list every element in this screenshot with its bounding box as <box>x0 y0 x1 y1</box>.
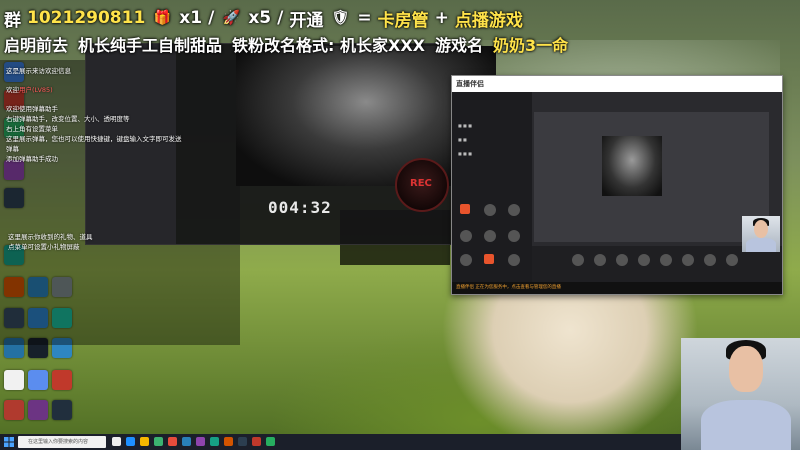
desktop-icon[interactable] <box>52 370 72 390</box>
banner-item: 游戏名 <box>435 36 484 55</box>
plus: + <box>434 8 449 28</box>
live-status-bar: 直播伴侣 正在为您服务中，点击查看与管理您的直播 <box>452 282 782 294</box>
gift-icon: 🎁 <box>153 10 172 26</box>
search-placeholder: 在这里输入你要搜索的内容 <box>28 439 89 445</box>
gift-count: x1 <box>179 8 203 28</box>
stream-banner: 群 1021290811 🎁 x1 / 🚀 x5 / 开通 🛡 = 卡房管 + … <box>0 0 800 60</box>
taskbar-app-icon[interactable] <box>112 437 121 446</box>
taskbar-app-icon[interactable] <box>196 437 205 446</box>
tool-icon[interactable] <box>508 204 520 216</box>
taskbar-app-icon[interactable] <box>182 437 191 446</box>
taskbar-app-icon[interactable] <box>224 437 233 446</box>
tool-icon[interactable] <box>484 254 494 264</box>
separator: / <box>277 8 284 28</box>
control-icon[interactable] <box>594 254 606 266</box>
live-sidebar: ■ ■ ■ ■ ■ ■ ■ ■ <box>452 92 532 294</box>
desktop-icon[interactable] <box>28 400 48 420</box>
taskbar: 在这里输入你要搜索的内容 <box>0 434 681 450</box>
sidebar-item[interactable]: ■ ■ ■ <box>458 150 528 158</box>
screen: REC 004:32 这是展示来访欢迎信息 欢迎用户(LV85) 欢迎使用弹幕助… <box>0 0 800 450</box>
banner-item: 机长纯手工自制甜品 <box>78 36 223 55</box>
face <box>754 220 768 238</box>
control-icon[interactable] <box>682 254 694 266</box>
equals: = <box>357 8 372 28</box>
banner-item: 奶奶3一命 <box>493 36 569 55</box>
live-header: 直播伴侣 <box>452 76 782 93</box>
banner-line-1: 群 1021290811 🎁 x1 / 🚀 x5 / 开通 🛡 = 卡房管 + … <box>4 6 523 31</box>
rocket-icon: 🚀 <box>222 10 241 26</box>
notice-highlight: 用户(LV85) <box>19 86 53 94</box>
notice-line: 右键弹幕助手，改变位置、大小、透明度等 <box>6 115 130 123</box>
live-logo: 直播伴侣 <box>456 80 484 88</box>
join-label: 开通 <box>289 10 324 31</box>
tool-icon[interactable] <box>484 230 496 242</box>
desktop-icon[interactable] <box>28 370 48 390</box>
tool-icon[interactable] <box>484 204 496 216</box>
reward-label: 卡房管 <box>377 10 429 31</box>
gift-count: x5 <box>248 8 272 28</box>
tool-icon[interactable] <box>508 230 520 242</box>
control-icon[interactable] <box>726 254 738 266</box>
desktop-icon[interactable] <box>4 370 24 390</box>
sidebar-item[interactable]: ■ ■ <box>458 136 528 144</box>
small-webcam-preview <box>742 216 780 252</box>
taskbar-search-input[interactable]: 在这里输入你要搜索的内容 <box>18 436 106 448</box>
body <box>701 400 791 450</box>
body <box>746 238 776 252</box>
taskbar-app-icon[interactable] <box>238 437 247 446</box>
desktop-icon[interactable] <box>52 400 72 420</box>
tool-icon[interactable] <box>460 204 470 214</box>
control-icon[interactable] <box>660 254 672 266</box>
notice-line: 欢迎用户(LV85) <box>6 86 53 94</box>
banner-group-number: 1021290811 <box>27 8 146 28</box>
taskbar-app-icon[interactable] <box>126 437 135 446</box>
taskbar-app-icon[interactable] <box>210 437 219 446</box>
tool-icon[interactable] <box>460 230 472 242</box>
control-icon[interactable] <box>616 254 628 266</box>
notice-line: 右上角有设置菜单 <box>6 125 58 133</box>
notice-line: 添加弹幕助手成功 <box>6 155 58 163</box>
taskbar-app-icon[interactable] <box>252 437 261 446</box>
taskbar-app-icon[interactable] <box>168 437 177 446</box>
taskbar-app-icon[interactable] <box>154 437 163 446</box>
banner-line-2: 启明前去 机长纯手工自制甜品 铁粉改名格式: 机长家XXX 游戏名 奶奶3一命 <box>4 32 568 56</box>
taskbar-app-icon[interactable] <box>266 437 275 446</box>
taskbar-app-icon[interactable] <box>140 437 149 446</box>
banner-item: 启明前去 <box>4 36 69 55</box>
sidebar-item[interactable]: ■ ■ ■ <box>458 122 528 130</box>
notice-line: 这是展示来访欢迎信息 <box>6 67 71 75</box>
banner-item: 铁粉改名格式: 机长家XXX <box>232 36 426 55</box>
live-preview-image <box>602 136 662 196</box>
live-companion-window[interactable]: 直播伴侣 ■ ■ ■ ■ ■ ■ ■ ■ 直播伴侣 正在为您服务中，点击查看与管… <box>451 75 783 295</box>
tool-icon[interactable] <box>460 254 472 266</box>
webcam-feed <box>681 338 800 450</box>
separator: / <box>208 8 215 28</box>
banner-group-prefix: 群 <box>4 10 21 31</box>
tool-icon[interactable] <box>508 254 520 266</box>
notice-line: 点菜单可设置小礼物屏蔽 <box>8 243 80 251</box>
danmaku-notice-panel: 这是展示来访欢迎信息 欢迎用户(LV85) 欢迎使用弹幕助手 右键弹幕助手，改变… <box>6 66 186 164</box>
record-label: REC <box>410 178 432 189</box>
record-timer: 004:32 <box>268 198 332 217</box>
face <box>729 346 763 392</box>
windows-start-icon[interactable] <box>4 437 14 447</box>
control-icon[interactable] <box>638 254 650 266</box>
reward-label: 点播游戏 <box>454 10 523 31</box>
gift-notice-panel: 这里展示你收到的礼物、道具 点菜单可设置小礼物屏蔽 <box>8 232 168 252</box>
notice-line: 这里展示弹幕，您也可以使用快捷键，键盘输入文字即可发送弹幕 <box>6 135 182 153</box>
control-icon[interactable] <box>704 254 716 266</box>
control-icon[interactable] <box>572 254 584 266</box>
badge-icon: 🛡 <box>331 10 350 26</box>
notice-line: 这里展示你收到的礼物、道具 <box>8 233 93 241</box>
desktop-icon[interactable] <box>4 400 24 420</box>
notice-line: 欢迎使用弹幕助手 <box>6 105 58 113</box>
